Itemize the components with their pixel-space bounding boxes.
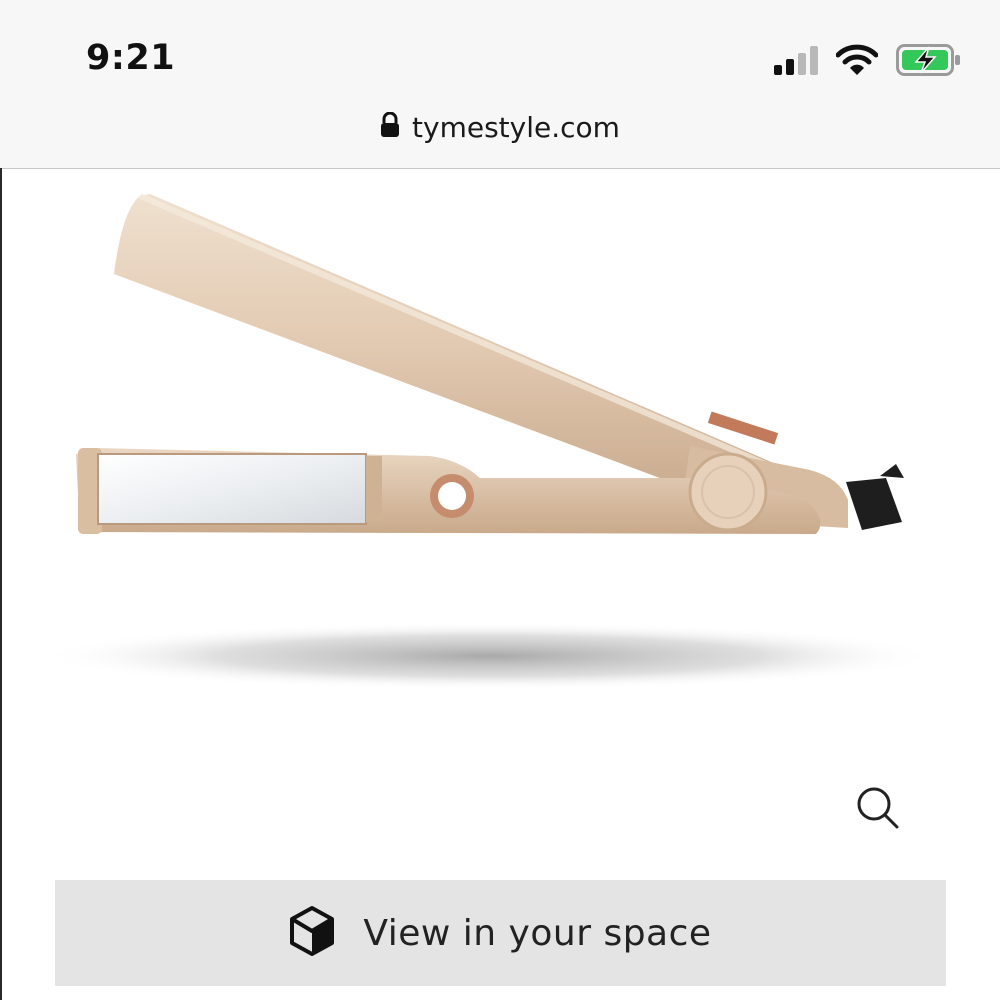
view-in-your-space-label: View in your space xyxy=(363,912,712,954)
browser-top-bar: 9:21 tymestyle.com xyxy=(0,0,1000,169)
view-in-your-space-button[interactable]: View in your space xyxy=(55,880,946,986)
zoom-button[interactable] xyxy=(852,782,904,834)
cellular-signal-icon xyxy=(774,45,818,79)
search-icon xyxy=(852,787,904,838)
status-icons xyxy=(774,44,962,80)
status-time: 9:21 xyxy=(86,38,176,78)
wifi-icon xyxy=(835,44,879,80)
url-text[interactable]: tymestyle.com xyxy=(412,111,620,144)
page-edge-divider xyxy=(0,168,2,1000)
hair-straightener-image[interactable] xyxy=(40,178,960,718)
battery-charging-icon xyxy=(896,44,962,80)
lock-icon xyxy=(380,111,400,142)
address-bar[interactable]: tymestyle.com xyxy=(0,104,1000,150)
cube-icon xyxy=(289,905,335,961)
